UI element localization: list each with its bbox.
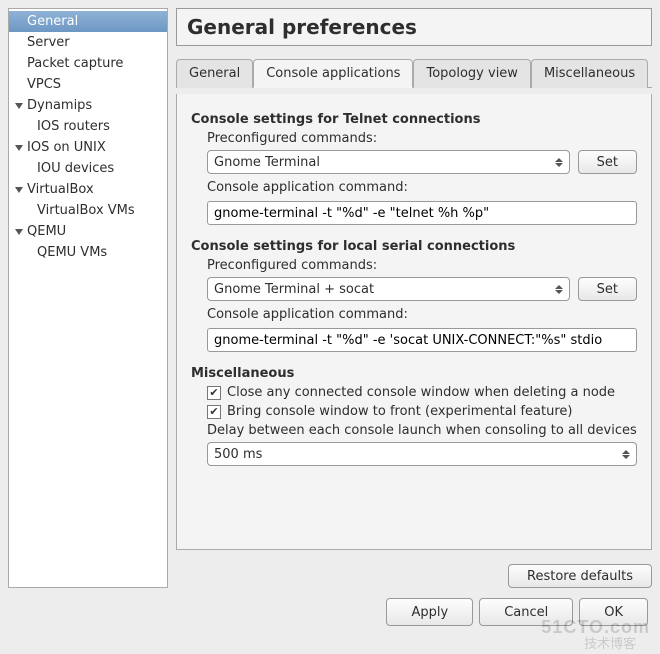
chevron-down-icon[interactable] bbox=[15, 103, 23, 109]
sidebar-item-packet-capture[interactable]: Packet capture bbox=[9, 53, 167, 74]
sidebar-item-server[interactable]: Server bbox=[9, 32, 167, 53]
chevron-down-icon[interactable] bbox=[15, 229, 23, 235]
tab-strip: General Console applications Topology vi… bbox=[176, 58, 652, 88]
close-console-checkbox[interactable] bbox=[207, 386, 221, 400]
close-console-label: Close any connected console window when … bbox=[227, 385, 615, 400]
sidebar-item-dynamips[interactable]: Dynamips bbox=[9, 95, 167, 116]
serial-preconfigured-label: Preconfigured commands: bbox=[207, 258, 637, 273]
tab-miscellaneous[interactable]: Miscellaneous bbox=[531, 59, 648, 88]
sidebar-item-general[interactable]: General bbox=[9, 11, 167, 32]
tab-console-applications[interactable]: Console applications bbox=[253, 59, 413, 88]
sidebar-item-qemu[interactable]: QEMU bbox=[9, 221, 167, 242]
serial-combo-value: Gnome Terminal + socat bbox=[214, 282, 374, 297]
tab-panel-console-applications: Console settings for Telnet connections … bbox=[176, 94, 652, 550]
cancel-button[interactable]: Cancel bbox=[479, 598, 573, 626]
tab-topology-view[interactable]: Topology view bbox=[413, 59, 530, 88]
chevron-down-icon[interactable] bbox=[15, 145, 23, 151]
combo-arrows-icon bbox=[555, 285, 563, 294]
section-serial-title: Console settings for local serial connec… bbox=[191, 239, 637, 254]
serial-command-label: Console application command: bbox=[207, 307, 637, 322]
apply-button[interactable]: Apply bbox=[386, 598, 473, 626]
restore-defaults-button[interactable]: Restore defaults bbox=[508, 564, 652, 588]
serial-command-input[interactable] bbox=[207, 328, 637, 352]
telnet-preconfigured-label: Preconfigured commands: bbox=[207, 131, 637, 146]
telnet-command-input[interactable] bbox=[207, 201, 637, 225]
tab-general[interactable]: General bbox=[176, 59, 253, 88]
chevron-down-icon[interactable] bbox=[15, 187, 23, 193]
sidebar-tree: General Server Packet capture VPCS Dynam… bbox=[8, 8, 168, 588]
telnet-set-button[interactable]: Set bbox=[578, 150, 637, 174]
telnet-combo-value: Gnome Terminal bbox=[214, 155, 320, 170]
sidebar-item-virtualbox-vms[interactable]: VirtualBox VMs bbox=[9, 200, 167, 221]
combo-arrows-icon bbox=[555, 158, 563, 167]
bring-to-front-label: Bring console window to front (experimen… bbox=[227, 404, 572, 419]
serial-set-button[interactable]: Set bbox=[578, 277, 637, 301]
page-title: General preferences bbox=[176, 8, 652, 46]
ok-button[interactable]: OK bbox=[579, 598, 648, 626]
telnet-preconfigured-combo[interactable]: Gnome Terminal bbox=[207, 150, 570, 174]
sidebar-item-qemu-vms[interactable]: QEMU VMs bbox=[9, 242, 167, 263]
delay-spinbox[interactable]: 500 ms bbox=[207, 442, 637, 466]
sidebar-item-vpcs[interactable]: VPCS bbox=[9, 74, 167, 95]
delay-value: 500 ms bbox=[214, 447, 262, 462]
bring-to-front-checkbox[interactable] bbox=[207, 405, 221, 419]
sidebar-item-virtualbox[interactable]: VirtualBox bbox=[9, 179, 167, 200]
telnet-command-label: Console application command: bbox=[207, 180, 637, 195]
spinbox-arrows-icon bbox=[622, 450, 630, 459]
section-misc-title: Miscellaneous bbox=[191, 366, 637, 381]
sidebar-item-ios-routers[interactable]: IOS routers bbox=[9, 116, 167, 137]
watermark-text-2: 技术博客 bbox=[584, 633, 636, 652]
serial-preconfigured-combo[interactable]: Gnome Terminal + socat bbox=[207, 277, 570, 301]
sidebar-item-iou-devices[interactable]: IOU devices bbox=[9, 158, 167, 179]
section-telnet-title: Console settings for Telnet connections bbox=[191, 112, 637, 127]
sidebar-item-ios-on-unix[interactable]: IOS on UNIX bbox=[9, 137, 167, 158]
delay-label: Delay between each console launch when c… bbox=[207, 423, 637, 438]
